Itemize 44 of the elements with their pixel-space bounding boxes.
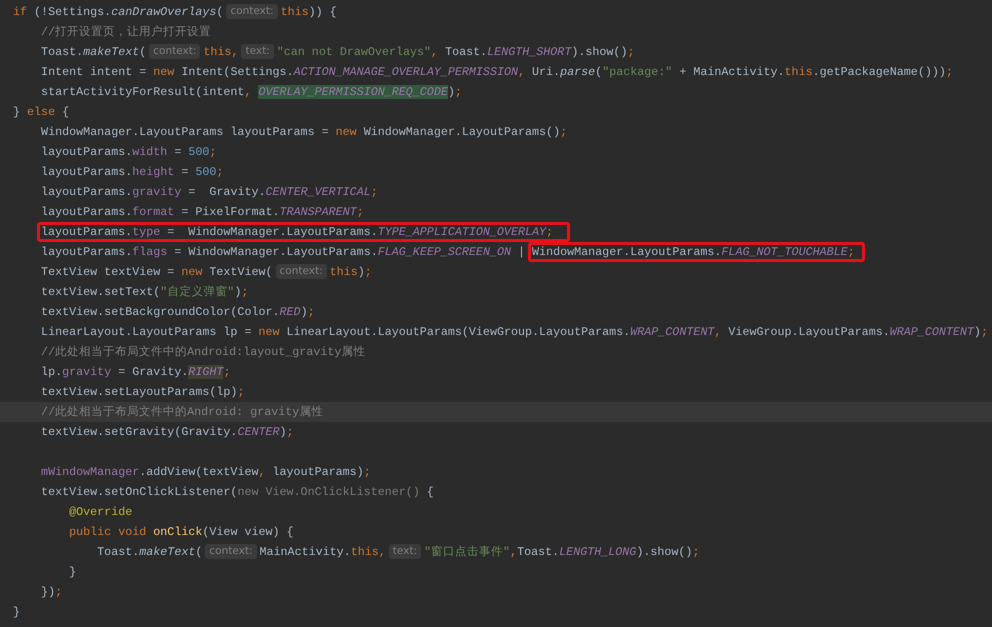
code-text: WindowManager.LayoutParams layoutParams = new WindowManager.LayoutParams(); — [40, 125, 568, 139]
code-text: //此处相当于布局文件中的Android: gravity属性 — [40, 405, 324, 419]
code-text: @Override — [68, 505, 132, 519]
code-text: "can not DrawOverlays", Toast.LENGTH_SHORT).show(); — [276, 45, 634, 59]
code-text: //打开设置页，让用户打开设置 — [40, 25, 212, 39]
code-text: this); — [330, 265, 372, 279]
code-text: textView.setGravity(Gravity.CENTER); — [40, 425, 294, 439]
code-text: if (!Settings.canDrawOverlays( — [13, 5, 224, 19]
code-text: Intent intent = new Intent(Settings.ACTION_MANAGE_OVERLAY_PERMISSION, Uri.parse("package:" + MainActivity.this.getPackageName())); — [40, 65, 953, 79]
code-text: layoutParams.type = WindowManager.LayoutParams.TYPE_APPLICATION_OVERLAY; — [41, 225, 554, 239]
code-text: ; — [848, 245, 855, 259]
code-text: layoutParams.flags = WindowManager.LayoutParams.FLAG_KEEP_SCREEN_ON | — [40, 245, 526, 259]
code-text: //此处相当于布局文件中的Android:layout_gravity属性 — [40, 345, 366, 359]
code-text: Toast.makeText( — [40, 45, 146, 59]
code-text: } else { — [13, 105, 70, 119]
parameter-hint: context: — [205, 544, 256, 559]
code-text: mWindowManager.addView(textView, layoutParams); — [40, 465, 371, 479]
code-text: TextView textView = new TextView( — [40, 265, 273, 279]
code-text: WindowManager.LayoutParams.FLAG_NOT_TOUCHABLE — [532, 245, 848, 259]
code-text: layoutParams.width = 500; — [40, 145, 216, 159]
code-text: public void onClick(View view) { — [68, 525, 294, 539]
code-text: } — [68, 565, 76, 579]
parameter-hint: context: — [276, 264, 327, 279]
code-text: layoutParams.height = 500; — [40, 165, 224, 179]
code-text: MainActivity.this, — [260, 545, 386, 559]
code-text: }); — [40, 585, 62, 599]
code-text: lp.gravity = Gravity.RIGHT; — [40, 365, 230, 379]
code-text: Toast.makeText( — [96, 545, 202, 559]
code-text: textView.setText("自定义弹窗"); — [40, 285, 248, 299]
code-text: layoutParams.gravity = Gravity.CENTER_VERTICAL; — [40, 185, 378, 199]
parameter-hint: text: — [241, 44, 274, 59]
code-text: textView.setOnClickListener(new View.OnClickListener() { — [40, 485, 434, 499]
code-text: textView.setBackgroundColor(Color.RED); — [40, 305, 315, 319]
code-text: textView.setLayoutParams(lp); — [40, 385, 244, 399]
code-text: LinearLayout.LayoutParams lp = new LinearLayout.LayoutParams(ViewGroup.LayoutParams.WRAP_CONTENT, ViewGroup.LayoutParams.WRAP_CONTENT); — [40, 325, 988, 339]
parameter-hint: text: — [388, 544, 422, 559]
code-text: this, — [203, 45, 238, 59]
code-text: layoutParams.format = PixelFormat.TRANSPARENT; — [40, 205, 364, 219]
parameter-hint: context: — [226, 4, 278, 19]
code-text: } — [13, 605, 20, 619]
code-text: "窗口点击事件",Toast.LENGTH_LONG).show(); — [424, 545, 700, 559]
parameter-hint: context: — [149, 44, 200, 59]
code-text: this)) { — [280, 5, 337, 19]
code-text: startActivityForResult(intent, OVERLAY_PERMISSION_REQ_CODE); — [40, 85, 462, 99]
